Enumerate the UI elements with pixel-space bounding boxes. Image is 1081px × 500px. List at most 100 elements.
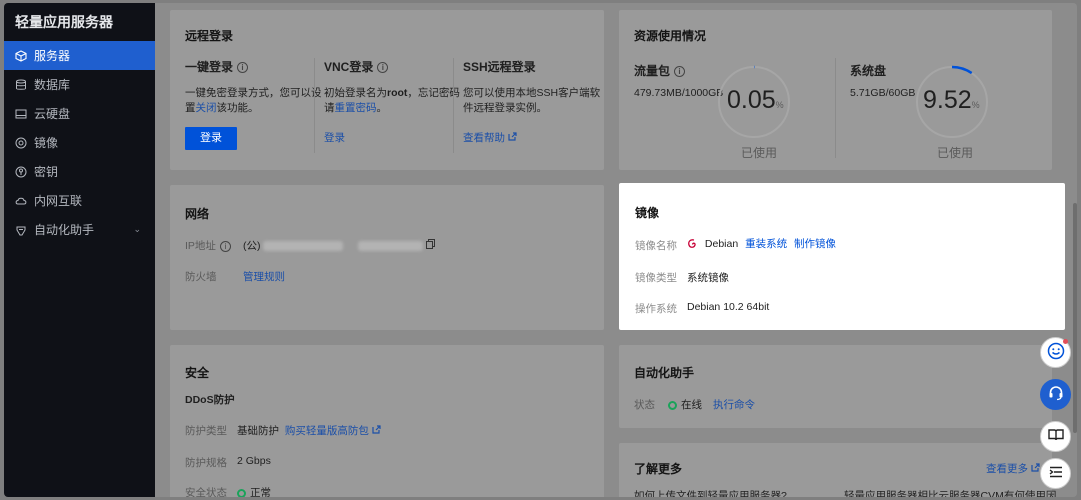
os-label: 操作系统 — [635, 303, 677, 315]
manage-rules-link[interactable]: 管理规则 — [243, 269, 285, 284]
sidebar-item-automation[interactable]: 自动化助手 ⌄ — [4, 215, 155, 244]
headset-icon — [1047, 384, 1065, 405]
disable-link[interactable]: 关闭 — [196, 102, 217, 114]
automation-card: 自动化助手 状态 在线 执行命令 — [619, 345, 1052, 428]
ip-value: (公) — [243, 238, 436, 253]
automation-title: 自动化助手 — [634, 366, 695, 380]
automation-status-value: 在线 — [668, 397, 702, 412]
divider — [835, 58, 836, 158]
disk-icon — [15, 108, 27, 120]
robot-icon — [15, 224, 27, 236]
app-window: 轻量应用服务器 服务器 数据库 云硬盘 镜像 密钥 内网互联 自动化助手 ⌄ 远… — [4, 3, 1077, 497]
sidebar-title: 轻量应用服务器 — [15, 14, 113, 30]
traffic-caption: 已使用 — [741, 146, 778, 160]
sidebar-item-keys[interactable]: 密钥 — [4, 157, 155, 186]
learn-more-card: 了解更多 查看更多 如何上传文件到轻量应用服务器? 轻量应用服务器相比云服务器C… — [619, 443, 1056, 497]
traffic-label: 流量包 i — [634, 62, 686, 79]
ssh-login-title: SSH远程登录 — [463, 60, 536, 74]
remote-login-card: 远程登录 一键登录 i 一键免密登录方式，您可以设 置关闭该功能。 登录 VNC登… — [170, 10, 604, 170]
main-content: 远程登录 一键登录 i 一键免密登录方式，您可以设 置关闭该功能。 登录 VNC登… — [155, 3, 1077, 497]
learn-more-title: 了解更多 — [634, 462, 683, 476]
vnc-login-title: VNC登录 i — [324, 58, 389, 75]
image-type-label: 镜像类型 — [635, 272, 677, 284]
image-title: 镜像 — [635, 206, 660, 220]
ip-redacted — [358, 241, 424, 252]
sidebar-item-cloud-disk[interactable]: 云硬盘 — [4, 99, 155, 128]
disk-value: 5.71GB/60GB — [850, 87, 916, 99]
faq-link[interactable]: 轻量应用服务器相比云服务器CVM有何使用因 — [844, 488, 1056, 497]
sidebar-item-label: 镜像 — [34, 136, 59, 150]
divider — [453, 58, 454, 153]
protect-type-label: 防护类型 — [185, 425, 227, 437]
reset-password-link[interactable]: 重置密码 — [335, 102, 377, 114]
image-type-value: 系统镜像 — [687, 272, 729, 284]
support-button[interactable] — [1040, 379, 1071, 410]
smile-icon — [1047, 342, 1065, 363]
reinstall-link[interactable]: 重装系统 — [745, 238, 787, 250]
sidebar-item-label: 数据库 — [34, 78, 71, 92]
security-title: 安全 — [185, 366, 210, 380]
info-icon[interactable]: i — [674, 66, 686, 78]
feedback-button[interactable] — [1040, 337, 1071, 368]
security-status-label: 安全状态 — [185, 487, 227, 497]
faq-link[interactable]: 如何上传文件到轻量应用服务器? — [634, 488, 787, 497]
sidebar-item-label: 内网互联 — [34, 194, 83, 208]
sidebar-item-label: 自动化助手 — [34, 223, 95, 237]
one-click-desc-line1: 一键免密登录方式，您可以设 — [185, 87, 322, 99]
network-title: 网络 — [185, 207, 210, 221]
list-icon — [1048, 464, 1064, 483]
external-link-icon — [372, 425, 381, 437]
sidebar-item-database[interactable]: 数据库 — [4, 70, 155, 99]
divider — [314, 58, 315, 153]
sidebar-item-image[interactable]: 镜像 — [4, 128, 155, 157]
vnc-desc-line2: 请重置密码。 — [324, 102, 387, 114]
status-dot-icon — [668, 400, 677, 410]
debian-logo-icon — [687, 238, 699, 250]
login-button[interactable]: 登录 — [185, 127, 237, 150]
external-link-icon — [1031, 463, 1040, 475]
page-scrollbar[interactable] — [1073, 203, 1077, 433]
traffic-percent: 0.05% — [727, 86, 784, 114]
copy-icon[interactable] — [426, 239, 436, 252]
info-icon[interactable]: i — [219, 240, 231, 252]
sidebar-item-servers[interactable]: 服务器 — [4, 41, 155, 70]
protect-type-value: 基础防护 购买轻量版高防包 — [237, 423, 381, 438]
image-name-label: 镜像名称 — [635, 240, 677, 252]
ddos-title: DDoS防护 — [185, 394, 235, 406]
remote-login-title: 远程登录 — [185, 29, 234, 43]
disk-percent: 9.52% — [923, 86, 980, 114]
book-icon — [1047, 426, 1065, 447]
security-status-value: 正常 — [237, 485, 271, 497]
run-command-link[interactable]: 执行命令 — [713, 397, 755, 412]
info-icon[interactable]: i — [237, 62, 249, 74]
notification-dot — [1063, 339, 1068, 344]
resource-usage-card: 资源使用情况 流量包 i 479.73MB/1000GB 0.05% 已使用 系统… — [619, 10, 1052, 170]
protect-spec-label: 防护规格 — [185, 457, 227, 469]
info-icon[interactable]: i — [377, 62, 389, 74]
firewall-label: 防火墙 — [185, 271, 217, 283]
view-more-link[interactable]: 查看更多 — [986, 461, 1040, 476]
vnc-login-link[interactable]: 登录 — [324, 130, 345, 145]
sidebar-item-intranet[interactable]: 内网互联 — [4, 186, 155, 215]
disk-label: 系统盘 — [850, 64, 887, 78]
cube-icon — [15, 49, 27, 62]
status-dot-icon — [237, 488, 246, 497]
ssh-help-link[interactable]: 查看帮助 — [463, 130, 517, 145]
menu-button[interactable] — [1040, 458, 1071, 489]
disk-caption: 已使用 — [937, 146, 974, 160]
buy-ddos-link[interactable]: 购买轻量版高防包 — [285, 425, 369, 437]
network-card: 网络 IP地址 i (公) 防火墙 管理规则 — [170, 185, 604, 330]
sidebar-item-label: 密钥 — [34, 165, 59, 179]
ip-redacted — [263, 241, 344, 252]
docs-button[interactable] — [1040, 421, 1071, 452]
protect-spec-value: 2 Gbps — [237, 455, 271, 467]
make-image-link[interactable]: 制作镜像 — [794, 238, 836, 250]
traffic-value: 479.73MB/1000GB — [634, 87, 724, 99]
external-link-icon — [508, 132, 517, 144]
ssh-desc-line2: 件远程登录实例。 — [463, 102, 547, 114]
database-icon — [15, 79, 27, 91]
one-click-desc-line2: 置关闭该功能。 — [185, 102, 259, 114]
gauge-fill — [951, 65, 973, 75]
os-value: Debian 10.2 64bit — [687, 301, 770, 313]
sidebar-item-label: 服务器 — [34, 49, 71, 63]
